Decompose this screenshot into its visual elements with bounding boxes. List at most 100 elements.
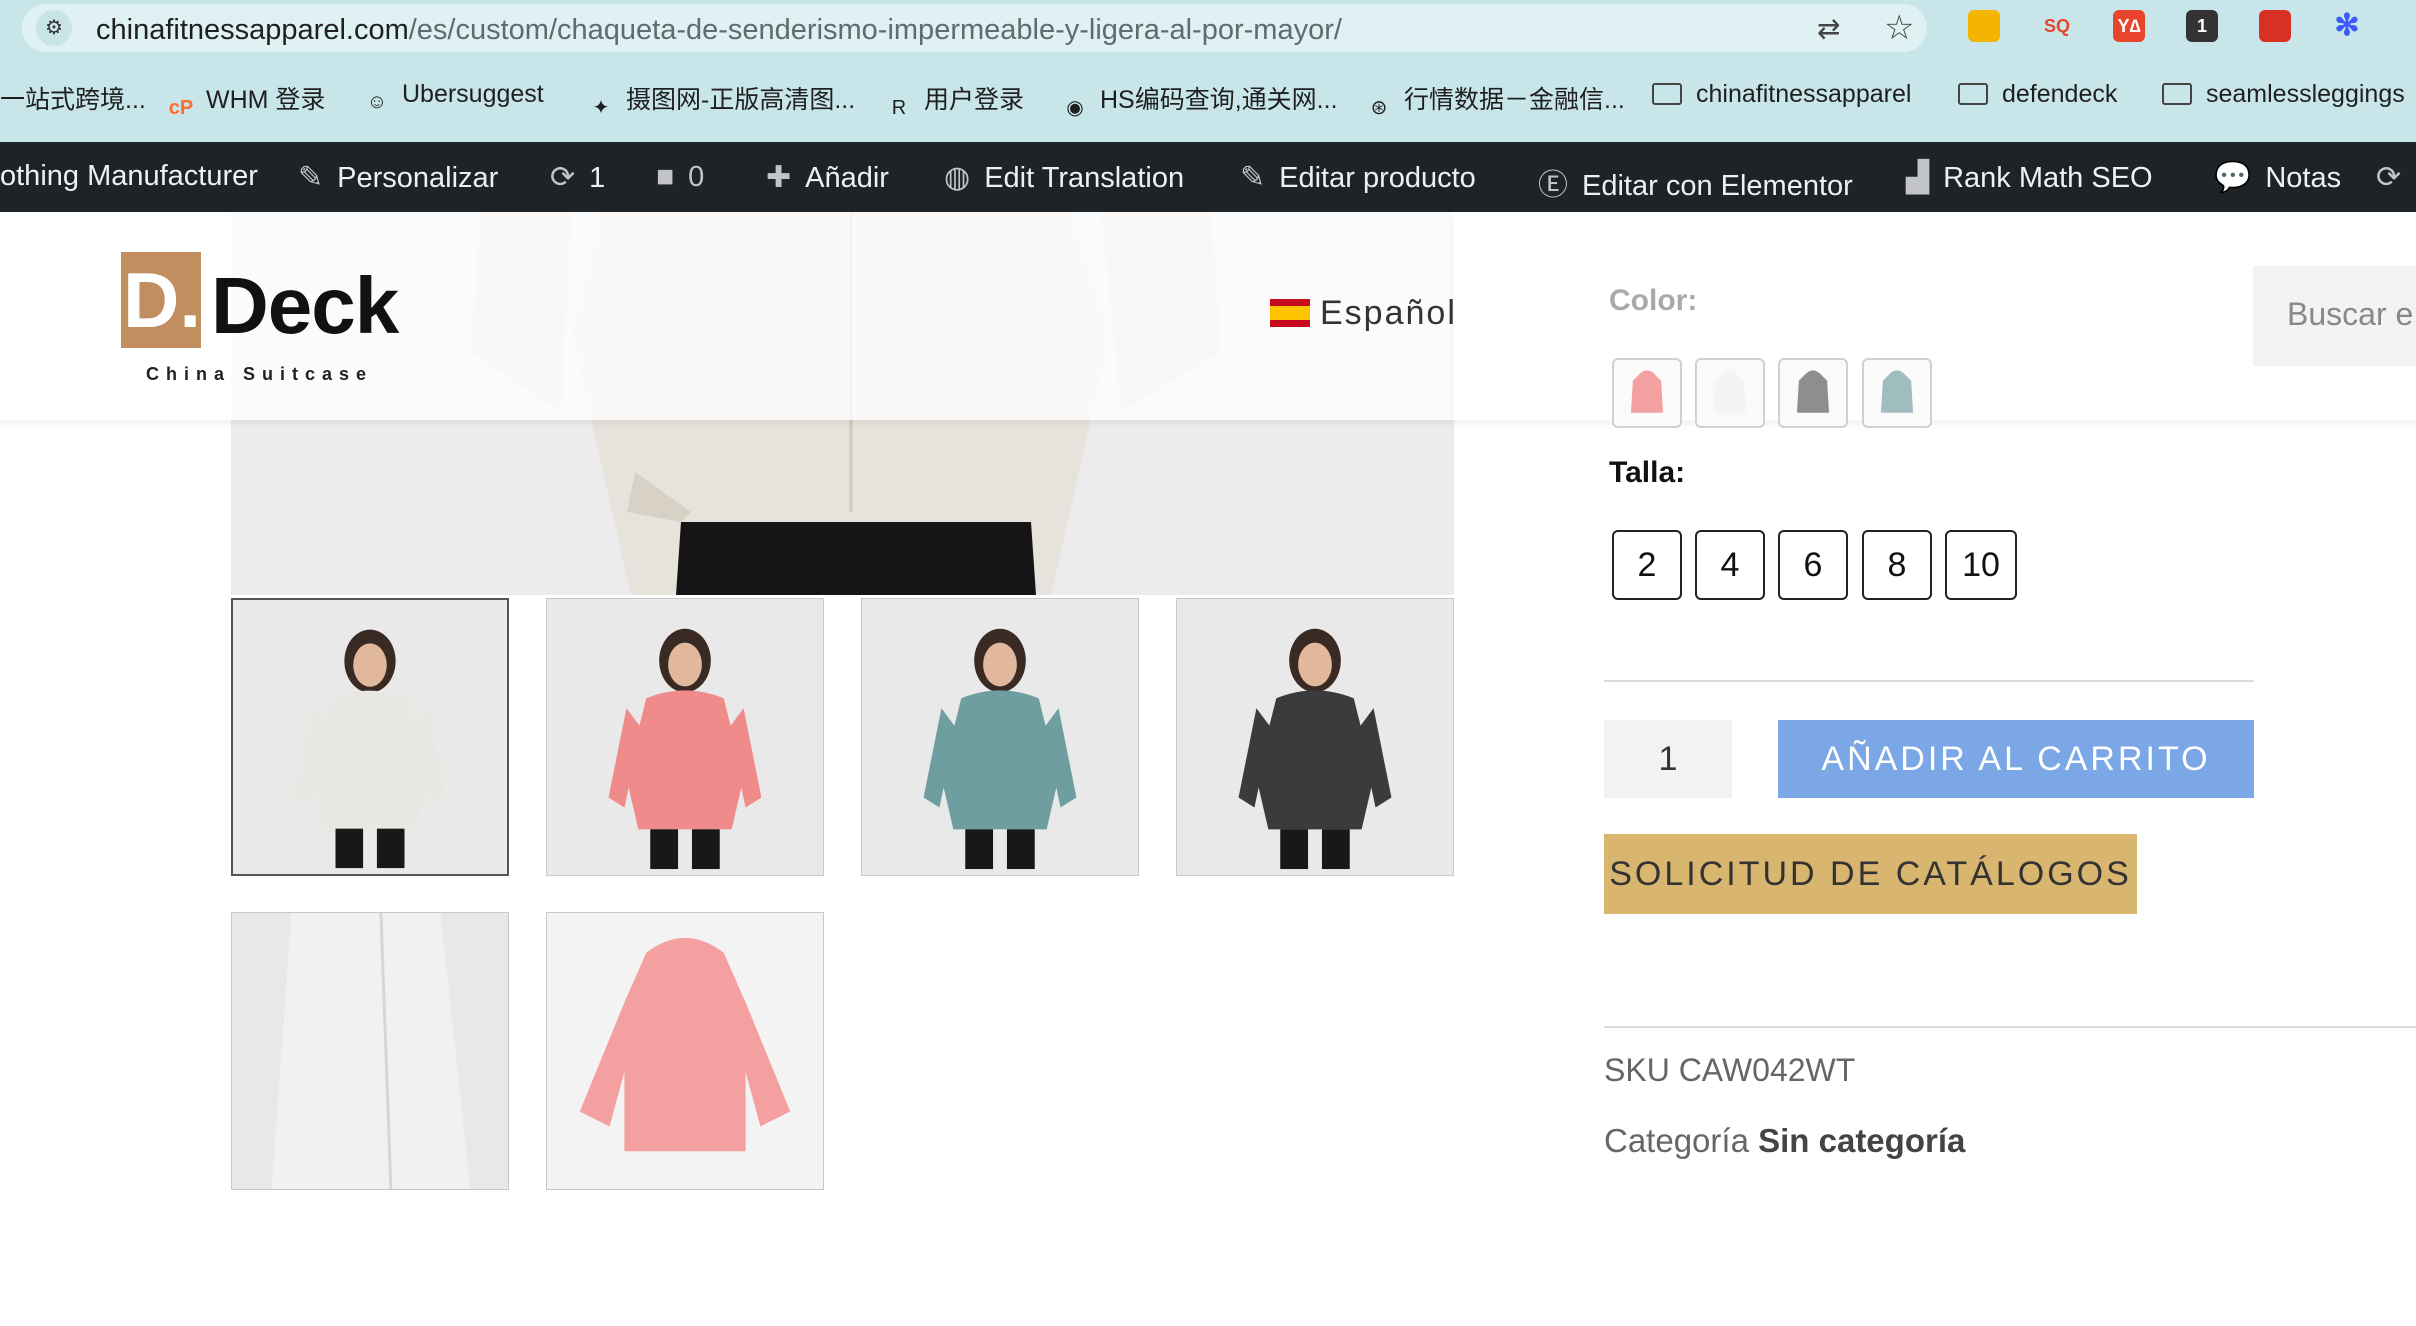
admin-elementor[interactable]: Ⓔ Editar con Elementor xyxy=(1538,160,1853,204)
size-option-6[interactable]: 6 xyxy=(1778,530,1848,600)
folder-icon xyxy=(1652,83,1682,105)
size-option-8[interactable]: 8 xyxy=(1862,530,1932,600)
bookmark-label: 用户登录 xyxy=(924,86,1025,114)
jacket-swatch-icon xyxy=(1713,370,1747,413)
add-to-cart-button[interactable]: AÑADIR AL CARRITO xyxy=(1778,720,2254,798)
thumb-black-jacket[interactable] xyxy=(1176,598,1454,876)
thumb-white-jacket[interactable] xyxy=(231,598,509,876)
admin-rankmath[interactable]: ▟ Rank Math SEO xyxy=(1906,160,2153,195)
bookmark-star-icon[interactable]: ☆ xyxy=(1884,8,1914,48)
bookmark-favicon-icon: ◉ xyxy=(1066,97,1084,119)
divider xyxy=(1604,1026,2416,1028)
bookmark-item[interactable]: ⊛ 行情数据－金融信... xyxy=(1364,80,1625,123)
admin-updates-count: 1 xyxy=(589,162,606,194)
admin-sync-icon[interactable]: ⟳ xyxy=(2376,160,2415,195)
thumb-white-side[interactable] xyxy=(231,912,509,1190)
elementor-icon: Ⓔ xyxy=(1538,169,1568,202)
browser-toolbar: ⚙ chinafitnessapparel.com/es/custom/chaq… xyxy=(0,0,2416,56)
folder-icon xyxy=(2162,83,2192,105)
sync-icon: ⟳ xyxy=(2376,161,2402,194)
bookmark-label: 摄图网-正版高清图... xyxy=(626,86,856,114)
url-text[interactable]: chinafitnessapparel.com/es/custom/chaque… xyxy=(96,14,1342,47)
refresh-icon: ⟳ xyxy=(550,161,576,194)
bookmark-item[interactable]: ◉ HS编码查询,通关网... xyxy=(1060,80,1337,123)
admin-site-label: othing Manufacturer xyxy=(0,160,258,192)
ya-extension-icon[interactable]: Y∆ xyxy=(2113,10,2145,42)
drive-icon[interactable] xyxy=(1968,10,2000,42)
thumb-teal-jacket[interactable] xyxy=(861,598,1139,876)
speech-bubble-icon: 💬 xyxy=(2214,161,2252,194)
logo-tagline: China Suitcase xyxy=(146,364,374,384)
translate-icon[interactable]: ⇄ xyxy=(1817,12,1840,45)
counter-extension-icon[interactable]: 1 xyxy=(2186,10,2218,42)
category-label: Categoría xyxy=(1604,1122,1749,1159)
spain-flag-icon xyxy=(1270,299,1310,327)
color-swatch[interactable] xyxy=(1695,358,1765,428)
url-host: chinafitnessapparel.com xyxy=(96,14,409,46)
admin-edit-product[interactable]: ✎ Editar producto xyxy=(1240,160,1476,195)
admin-edit-translation-label: Edit Translation xyxy=(984,162,1185,194)
size-option-2[interactable]: 2 xyxy=(1612,530,1682,600)
logo-word: Deck xyxy=(211,261,399,350)
product-category: Categoría Sin categoría xyxy=(1604,1122,1965,1160)
admin-comments[interactable]: ■ 0 xyxy=(656,160,704,194)
product-sku: SKU CAW042WT xyxy=(1604,1052,1855,1089)
bookmark-item[interactable]: chinafitnessapparel xyxy=(1652,80,1911,109)
sku-label: SKU xyxy=(1604,1052,1670,1088)
admin-edit-product-label: Editar producto xyxy=(1279,162,1476,194)
admin-rankmath-label: Rank Math SEO xyxy=(1943,162,2153,194)
admin-updates[interactable]: ⟳ 1 xyxy=(550,160,605,195)
comment-icon: ■ xyxy=(656,160,675,193)
bookmark-item[interactable]: ✦ 摄图网-正版高清图... xyxy=(586,80,856,123)
admin-edit-translation[interactable]: ◍ Edit Translation xyxy=(944,160,1184,195)
size-label: Talla: xyxy=(1609,456,1686,489)
thumb-pink-back[interactable] xyxy=(546,912,824,1190)
bookmark-item[interactable]: cP WHM 登录 xyxy=(166,80,326,123)
search-input[interactable]: Buscar e xyxy=(2287,296,2413,333)
admin-site-name[interactable]: othing Manufacturer xyxy=(0,160,258,193)
bookmark-item[interactable]: defendeck xyxy=(1958,80,2117,109)
bookmark-favicon-icon: ☺ xyxy=(366,91,388,113)
bookmark-favicon-icon: ⊛ xyxy=(1370,97,1388,119)
bookmark-favicon-icon: ✦ xyxy=(592,97,610,119)
address-bar[interactable]: ⚙ chinafitnessapparel.com/es/custom/chaq… xyxy=(22,4,1927,52)
bookmark-item[interactable]: seamlessleggings xyxy=(2162,80,2405,109)
catalog-request-button[interactable]: SOLICITUD DE CATÁLOGOS xyxy=(1604,834,2137,914)
color-swatch[interactable] xyxy=(1862,358,1932,428)
logo-mark: D. xyxy=(121,252,201,348)
folder-icon xyxy=(1958,83,1988,105)
quantity-input[interactable] xyxy=(1604,720,1732,798)
size-option-4[interactable]: 4 xyxy=(1695,530,1765,600)
site-info-icon[interactable]: ⚙ xyxy=(36,10,72,46)
bookmark-item[interactable]: 一站式跨境... xyxy=(0,80,146,116)
admin-customize[interactable]: ✎ Personalizar xyxy=(298,160,498,195)
spark-extension-icon[interactable]: ✻ xyxy=(2331,10,2363,42)
sq-extension-icon[interactable]: SQ xyxy=(2041,10,2073,42)
bookmark-label: 行情数据－金融信... xyxy=(1404,86,1625,114)
color-swatch[interactable] xyxy=(1778,358,1848,428)
bookmark-label: chinafitnessapparel xyxy=(1696,80,1912,108)
admin-notes-label: Notas xyxy=(2265,162,2342,194)
bookmark-item[interactable]: ☺ Ubersuggest xyxy=(362,80,544,117)
site-header: D. Deck China Suitcase Español⌄ xyxy=(0,212,1497,420)
bookmark-label: WHM 登录 xyxy=(206,86,326,114)
size-option-10[interactable]: 10 xyxy=(1945,530,2017,600)
jacket-swatch-icon xyxy=(1796,370,1830,413)
calendar-extension-icon[interactable] xyxy=(2259,10,2291,42)
thumb-pink-jacket[interactable] xyxy=(546,598,824,876)
divider xyxy=(1604,680,2254,682)
bookmark-label: 一站式跨境... xyxy=(0,86,146,114)
color-swatch[interactable] xyxy=(1612,358,1682,428)
category-link[interactable]: Sin categoría xyxy=(1758,1122,1965,1159)
sku-value: CAW042WT xyxy=(1678,1052,1856,1088)
bookmark-item[interactable]: R 用户登录 xyxy=(884,80,1024,123)
admin-add-new[interactable]: ✚ Añadir xyxy=(766,160,889,195)
admin-notes[interactable]: 💬 Notas xyxy=(2214,160,2341,195)
bookmark-label: defendeck xyxy=(2002,80,2118,108)
jacket-swatch-icon xyxy=(1630,370,1664,413)
admin-comments-count: 0 xyxy=(688,161,705,193)
admin-customize-label: Personalizar xyxy=(337,162,499,194)
admin-add-new-label: Añadir xyxy=(805,162,889,194)
search-box[interactable]: Buscar e xyxy=(2253,266,2416,366)
rankmath-chart-icon: ▟ xyxy=(1906,161,1930,194)
